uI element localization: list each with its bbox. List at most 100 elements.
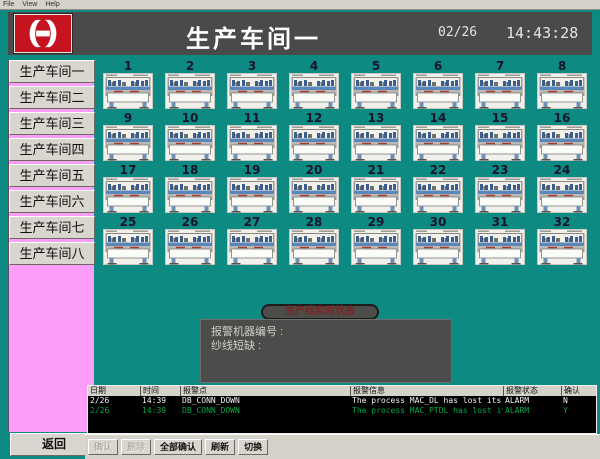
machine-cell-13[interactable]: 13: [345, 112, 407, 164]
menu-item-file[interactable]: File: [3, 0, 14, 9]
machine-number: 30: [407, 216, 469, 229]
machine-cell-30[interactable]: 30: [407, 216, 469, 268]
knitting-machine-icon[interactable]: [103, 125, 153, 161]
machine-cell-27[interactable]: 27: [221, 216, 283, 268]
machine-number: 19: [221, 164, 283, 177]
alarm-cell-info: The process MAC_PTDL has lost its ..: [350, 406, 503, 416]
knitting-machine-icon[interactable]: [537, 229, 587, 265]
knitting-machine-icon[interactable]: [289, 73, 339, 109]
machine-grid: 1234567891011121314151617181920212223242…: [97, 60, 593, 268]
machine-number: 22: [407, 164, 469, 177]
machine-cell-7[interactable]: 7: [469, 60, 531, 112]
knitting-machine-icon[interactable]: [475, 125, 525, 161]
toolbar-button-删除: 删除: [121, 439, 151, 455]
knitting-machine-icon[interactable]: [227, 229, 277, 265]
knitting-machine-icon[interactable]: [475, 73, 525, 109]
alarm-row-1[interactable]: 2/2614:39DB_CONN_DOWNThe process MAC_DL …: [88, 396, 596, 406]
knitting-machine-icon[interactable]: [413, 125, 463, 161]
machine-cell-29[interactable]: 29: [345, 216, 407, 268]
machine-cell-23[interactable]: 23: [469, 164, 531, 216]
alarm-cell-ack: Y: [561, 406, 595, 416]
machine-cell-24[interactable]: 24: [531, 164, 593, 216]
workshop-sidebar: 生产车间一生产车间二生产车间三生产车间四生产车间五生产车间六生产车间七生产车间八: [8, 60, 94, 432]
machine-cell-8[interactable]: 8: [531, 60, 593, 112]
machine-number: 3: [221, 60, 283, 73]
machine-number: 2: [159, 60, 221, 73]
alarm-cell-ack: N: [561, 396, 595, 406]
machine-cell-4[interactable]: 4: [283, 60, 345, 112]
machine-cell-10[interactable]: 10: [159, 112, 221, 164]
knitting-machine-icon[interactable]: [475, 229, 525, 265]
knitting-machine-icon[interactable]: [165, 73, 215, 109]
knitting-machine-icon[interactable]: [537, 73, 587, 109]
alarm-table[interactable]: 日期时间报警点报警信息报警状态确认 2/2614:39DB_CONN_DOWNT…: [87, 385, 597, 434]
knitting-machine-icon[interactable]: [413, 229, 463, 265]
machine-cell-5[interactable]: 5: [345, 60, 407, 112]
machine-number: 27: [221, 216, 283, 229]
machine-cell-15[interactable]: 15: [469, 112, 531, 164]
knitting-machine-icon[interactable]: [413, 177, 463, 213]
machine-number: 23: [469, 164, 531, 177]
alarm-column-header: 报警信息: [350, 386, 503, 396]
sidebar-item-workshop-3[interactable]: 生产车间三: [9, 112, 95, 135]
menu-item-help[interactable]: Help: [45, 0, 59, 9]
machine-cell-16[interactable]: 16: [531, 112, 593, 164]
knitting-machine-icon[interactable]: [165, 177, 215, 213]
sidebar-item-workshop-4[interactable]: 生产车间四: [9, 138, 95, 161]
machine-cell-2[interactable]: 2: [159, 60, 221, 112]
sidebar-item-workshop-5[interactable]: 生产车间五: [9, 164, 95, 187]
machine-cell-20[interactable]: 20: [283, 164, 345, 216]
knitting-machine-icon[interactable]: [351, 177, 401, 213]
knitting-machine-icon[interactable]: [103, 177, 153, 213]
sidebar-item-workshop-2[interactable]: 生产车间二: [9, 86, 95, 109]
knitting-machine-icon[interactable]: [289, 125, 339, 161]
alarm-row-2[interactable]: 2/2614:39DB_CONN_DOWNThe process MAC_PTD…: [88, 406, 596, 416]
knitting-machine-icon[interactable]: [227, 73, 277, 109]
machine-cell-6[interactable]: 6: [407, 60, 469, 112]
knitting-machine-icon[interactable]: [289, 177, 339, 213]
machine-cell-12[interactable]: 12: [283, 112, 345, 164]
machine-cell-18[interactable]: 18: [159, 164, 221, 216]
knitting-machine-icon[interactable]: [351, 229, 401, 265]
knitting-machine-icon[interactable]: [537, 177, 587, 213]
toolbar-button-切换[interactable]: 切换: [238, 439, 268, 455]
machine-cell-28[interactable]: 28: [283, 216, 345, 268]
machine-cell-22[interactable]: 22: [407, 164, 469, 216]
knitting-machine-icon[interactable]: [351, 73, 401, 109]
sidebar-item-workshop-6[interactable]: 生产车间六: [9, 190, 95, 213]
knitting-machine-icon[interactable]: [413, 73, 463, 109]
machine-cell-19[interactable]: 19: [221, 164, 283, 216]
knitting-machine-icon[interactable]: [227, 177, 277, 213]
machine-cell-26[interactable]: 26: [159, 216, 221, 268]
machine-number: 21: [345, 164, 407, 177]
header-date: 02/26: [438, 25, 477, 40]
toolbar-button-刷新[interactable]: 刷新: [205, 439, 235, 455]
machine-cell-32[interactable]: 32: [531, 216, 593, 268]
machine-cell-14[interactable]: 14: [407, 112, 469, 164]
menu-item-view[interactable]: View: [22, 0, 37, 9]
machine-cell-21[interactable]: 21: [345, 164, 407, 216]
machine-cell-17[interactable]: 17: [97, 164, 159, 216]
knitting-machine-icon[interactable]: [351, 125, 401, 161]
knitting-machine-icon[interactable]: [103, 73, 153, 109]
machine-cell-11[interactable]: 11: [221, 112, 283, 164]
machine-cell-31[interactable]: 31: [469, 216, 531, 268]
sidebar-item-workshop-7[interactable]: 生产车间七: [9, 216, 95, 239]
machine-cell-1[interactable]: 1: [97, 60, 159, 112]
machine-number: 31: [469, 216, 531, 229]
machine-number: 13: [345, 112, 407, 125]
knitting-machine-icon[interactable]: [227, 125, 277, 161]
machine-cell-9[interactable]: 9: [97, 112, 159, 164]
knitting-machine-icon[interactable]: [165, 229, 215, 265]
knitting-machine-icon[interactable]: [537, 125, 587, 161]
knitting-machine-icon[interactable]: [475, 177, 525, 213]
sidebar-item-workshop-1[interactable]: 生产车间一: [9, 60, 95, 83]
machine-cell-3[interactable]: 3: [221, 60, 283, 112]
machine-number: 20: [283, 164, 345, 177]
knitting-machine-icon[interactable]: [165, 125, 215, 161]
sidebar-item-workshop-8[interactable]: 生产车间八: [9, 242, 95, 265]
knitting-machine-icon[interactable]: [103, 229, 153, 265]
toolbar-button-全部确认[interactable]: 全部确认: [154, 439, 202, 455]
machine-cell-25[interactable]: 25: [97, 216, 159, 268]
knitting-machine-icon[interactable]: [289, 229, 339, 265]
